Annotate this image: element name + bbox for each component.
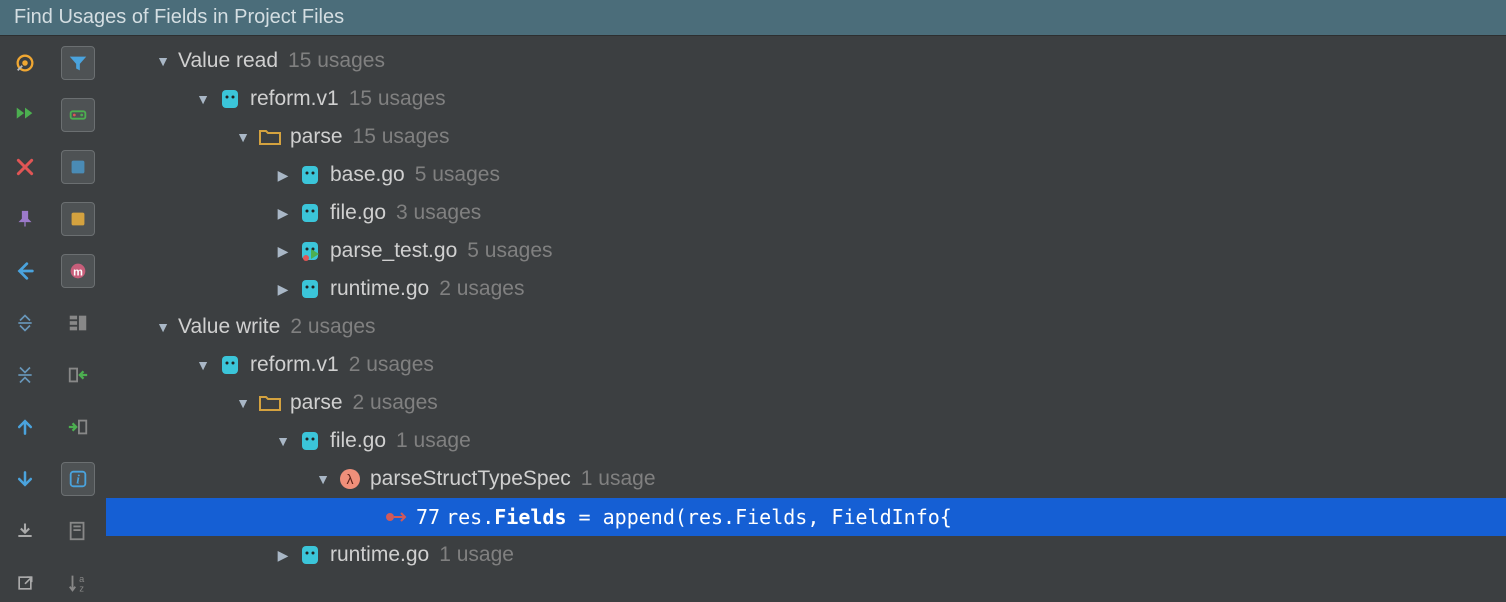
tree-node-folder[interactable]: ▼ parse 15 usages — [106, 118, 1506, 156]
chevron-down-icon[interactable]: ▼ — [194, 91, 212, 107]
group-usage-type-icon[interactable] — [61, 98, 95, 132]
usage-count: 1 usage — [581, 467, 656, 491]
code-text: res.Fields = append(res.Fields, FieldInf… — [446, 505, 952, 529]
usage-count: 5 usages — [415, 163, 500, 187]
chevron-down-icon[interactable]: ▼ — [234, 129, 252, 145]
tree-node-package[interactable]: ▼ reform.v1 2 usages — [106, 346, 1506, 384]
open-in-find-icon[interactable] — [61, 514, 95, 548]
group-method-icon[interactable]: m — [61, 254, 95, 288]
filter-icon[interactable] — [61, 46, 95, 80]
node-label: file.go — [330, 201, 386, 225]
usage-count: 2 usages — [353, 391, 438, 415]
node-label: runtime.go — [330, 543, 429, 567]
usage-count: 2 usages — [290, 315, 375, 339]
node-label: parse_test.go — [330, 239, 457, 263]
back-icon[interactable] — [8, 254, 42, 288]
window-title: Find Usages of Fields in Project Files — [0, 0, 1506, 36]
usage-count: 15 usages — [353, 125, 450, 149]
export-icon[interactable] — [8, 514, 42, 548]
node-label: reform.v1 — [250, 353, 339, 377]
tree-node-value-write[interactable]: ▼ Value write 2 usages — [106, 308, 1506, 346]
node-label: parseStructTypeSpec — [370, 467, 571, 491]
svg-text:i: i — [76, 473, 80, 487]
svg-text:m: m — [73, 267, 83, 279]
chevron-right-icon[interactable]: ▶ — [274, 167, 292, 184]
toolbar-left-2: m i az — [50, 36, 106, 602]
folder-icon — [258, 125, 282, 149]
chevron-right-icon[interactable]: ▶ — [274, 547, 292, 564]
usage-count: 15 usages — [349, 87, 446, 111]
write-access-icon — [384, 505, 408, 529]
info-icon[interactable]: i — [61, 462, 95, 496]
chevron-down-icon[interactable]: ▼ — [154, 319, 172, 335]
go-file-icon — [298, 163, 322, 187]
usages-tree[interactable]: ▼ Value read 15 usages ▼ reform.v1 15 us… — [106, 36, 1506, 602]
node-label: Value read — [178, 49, 278, 73]
tree-node-folder[interactable]: ▼ parse 2 usages — [106, 384, 1506, 422]
tree-node-file[interactable]: ▶ base.go 5 usages — [106, 156, 1506, 194]
usage-count: 2 usages — [439, 277, 524, 301]
tree-node-package[interactable]: ▼ reform.v1 15 usages — [106, 80, 1506, 118]
title-text: Find Usages of Fields in Project Files — [14, 6, 344, 29]
usage-code: 77res.Fields = append(res.Fields, FieldI… — [416, 505, 952, 529]
node-label: Value write — [178, 315, 280, 339]
go-file-icon — [298, 543, 322, 567]
chevron-right-icon[interactable]: ▶ — [274, 243, 292, 260]
collapse-all-icon[interactable] — [8, 358, 42, 392]
tree-node-file[interactable]: ▶ parse_test.go 5 usages — [106, 232, 1506, 270]
go-file-icon — [298, 277, 322, 301]
go-module-icon — [218, 87, 242, 111]
tree-node-file[interactable]: ▼ file.go 1 usage — [106, 422, 1506, 460]
chevron-right-icon[interactable]: ▶ — [274, 205, 292, 222]
tree-node-file[interactable]: ▶ runtime.go 1 usage — [106, 536, 1506, 574]
sort-alpha-icon[interactable]: az — [61, 566, 95, 600]
group-module-icon[interactable] — [61, 150, 95, 184]
group-package-icon[interactable] — [61, 202, 95, 236]
usage-count: 1 usage — [396, 429, 471, 453]
rerun-icon[interactable] — [8, 98, 42, 132]
usage-count: 5 usages — [467, 239, 552, 263]
node-label: parse — [290, 125, 343, 149]
go-test-file-icon — [298, 239, 322, 263]
preview-icon[interactable] — [61, 306, 95, 340]
toolbar-left — [0, 36, 50, 602]
usage-count: 3 usages — [396, 201, 481, 225]
svg-text:λ: λ — [347, 471, 354, 487]
tree-node-file[interactable]: ▶ file.go 3 usages — [106, 194, 1506, 232]
usage-count: 2 usages — [349, 353, 434, 377]
autoscroll-to-icon[interactable] — [61, 410, 95, 444]
usage-count: 1 usage — [439, 543, 514, 567]
node-label: base.go — [330, 163, 405, 187]
open-new-tab-icon[interactable] — [8, 566, 42, 600]
tree-node-usage-selected[interactable]: 77res.Fields = append(res.Fields, FieldI… — [106, 498, 1506, 536]
go-file-icon — [298, 201, 322, 225]
svg-text:z: z — [79, 583, 84, 593]
node-label: parse — [290, 391, 343, 415]
tree-node-file[interactable]: ▶ runtime.go 2 usages — [106, 270, 1506, 308]
autoscroll-from-icon[interactable] — [61, 358, 95, 392]
line-number: 77 — [416, 505, 440, 529]
folder-icon — [258, 391, 282, 415]
next-occurrence-icon[interactable] — [8, 462, 42, 496]
usage-count: 15 usages — [288, 49, 385, 73]
chevron-down-icon[interactable]: ▼ — [274, 433, 292, 449]
chevron-down-icon[interactable]: ▼ — [234, 395, 252, 411]
node-label: file.go — [330, 429, 386, 453]
node-label: runtime.go — [330, 277, 429, 301]
settings-icon[interactable] — [8, 46, 42, 80]
pin-icon[interactable] — [8, 202, 42, 236]
prev-occurrence-icon[interactable] — [8, 410, 42, 444]
chevron-down-icon[interactable]: ▼ — [314, 471, 332, 487]
tree-node-value-read[interactable]: ▼ Value read 15 usages — [106, 42, 1506, 80]
chevron-down-icon[interactable]: ▼ — [154, 53, 172, 69]
expand-all-icon[interactable] — [8, 306, 42, 340]
go-module-icon — [218, 353, 242, 377]
go-file-icon — [298, 429, 322, 453]
chevron-down-icon[interactable]: ▼ — [194, 357, 212, 373]
node-label: reform.v1 — [250, 87, 339, 111]
lambda-icon: λ — [338, 467, 362, 491]
close-icon[interactable] — [8, 150, 42, 184]
tree-node-function[interactable]: ▼ λ parseStructTypeSpec 1 usage — [106, 460, 1506, 498]
chevron-right-icon[interactable]: ▶ — [274, 281, 292, 298]
